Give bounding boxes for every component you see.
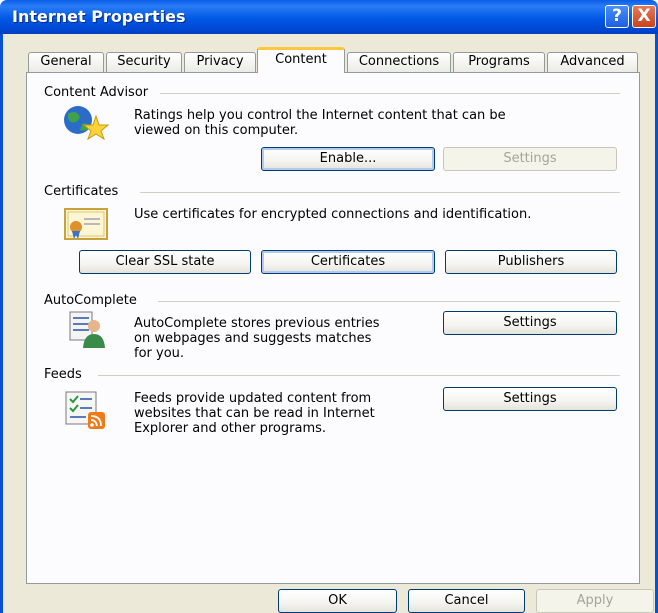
certificates-title: Certificates — [44, 184, 123, 199]
certificate-icon — [64, 208, 108, 240]
window-title: Internet Properties — [12, 7, 186, 26]
help-button[interactable]: ? — [605, 5, 629, 28]
tab-programs[interactable]: Programs — [453, 52, 545, 72]
feeds-icon — [65, 391, 105, 429]
tab-privacy[interactable]: Privacy — [184, 52, 256, 72]
feeds-divider — [98, 375, 620, 376]
content-advisor-title: Content Advisor — [44, 85, 153, 100]
autocomplete-divider — [158, 301, 620, 302]
content-advisor-desc-line1: Ratings help you control the Internet co… — [134, 108, 506, 123]
autocomplete-desc-line2: on webpages and suggests matches — [134, 331, 372, 346]
cancel-button[interactable]: Cancel — [408, 589, 525, 613]
feeds-desc-line3: Explorer and other programs. — [134, 421, 327, 436]
title-bar[interactable]: Internet Properties ? X — [0, 0, 658, 34]
content-advisor-settings-button[interactable]: Settings — [443, 147, 617, 171]
feeds-title: Feeds — [44, 367, 86, 382]
content-advisor-divider — [160, 93, 620, 94]
certificates-desc: Use certificates for encrypted connectio… — [134, 207, 532, 222]
certificates-button[interactable]: Certificates — [261, 250, 435, 274]
tab-connections[interactable]: Connections — [347, 52, 451, 72]
tab-content[interactable]: Content — [257, 47, 345, 73]
autocomplete-title: AutoComplete — [44, 293, 141, 308]
certificates-divider — [140, 192, 620, 193]
autocomplete-desc-line1: AutoComplete stores previous entries — [134, 316, 380, 331]
content-advisor-desc-line2: viewed on this computer. — [134, 123, 299, 138]
publishers-button[interactable]: Publishers — [445, 250, 617, 274]
feeds-settings-button[interactable]: Settings — [443, 387, 617, 411]
tab-advanced[interactable]: Advanced — [547, 52, 638, 72]
feeds-desc-line1: Feeds provide updated content from — [134, 391, 372, 406]
tab-security[interactable]: Security — [106, 52, 182, 72]
ok-button[interactable]: OK — [278, 589, 397, 613]
autocomplete-settings-button[interactable]: Settings — [443, 311, 617, 335]
apply-button[interactable]: Apply — [536, 589, 654, 613]
close-button[interactable]: X — [632, 5, 656, 28]
clear-ssl-state-button[interactable]: Clear SSL state — [79, 250, 251, 274]
autocomplete-icon — [69, 311, 105, 348]
autocomplete-desc-line3: for you. — [134, 346, 185, 361]
feeds-desc-line2: websites that can be read in Internet — [134, 406, 375, 421]
tab-general[interactable]: General — [28, 52, 104, 72]
globe-star-icon — [64, 106, 110, 140]
enable-button[interactable]: Enable... — [261, 147, 435, 171]
